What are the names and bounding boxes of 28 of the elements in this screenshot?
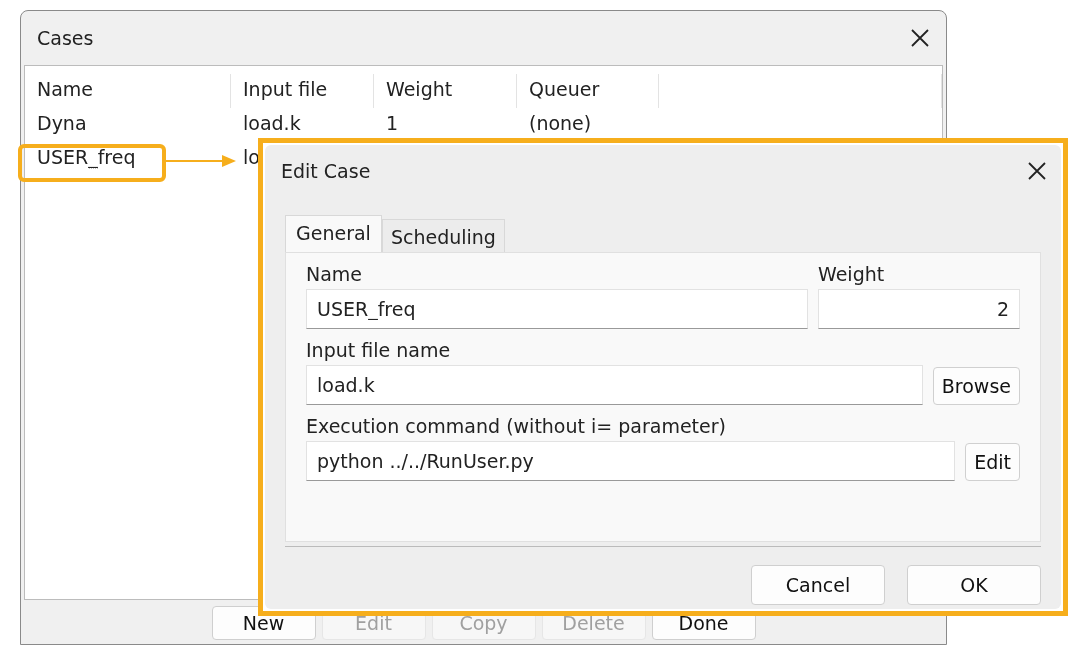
weight-field[interactable]: 2 <box>818 289 1020 329</box>
table-cell: Dyna <box>37 112 87 134</box>
table-cell: (none) <box>529 112 592 134</box>
column-header[interactable]: Queuer <box>517 74 659 108</box>
table-cell: load.k <box>243 112 301 134</box>
edit-button[interactable]: Edit <box>965 443 1020 481</box>
column-header[interactable]: Input file <box>231 74 374 108</box>
column-header[interactable]: Name <box>25 74 231 108</box>
dialog-title: Edit Case <box>281 160 371 182</box>
pointer-arrow <box>166 154 236 168</box>
table-cell: USER_freq <box>37 146 136 168</box>
window-title: Cases <box>37 27 94 49</box>
tab[interactable]: General <box>285 215 382 252</box>
input-file-field[interactable]: load.k <box>306 365 923 405</box>
close-icon[interactable] <box>910 28 930 48</box>
name-field[interactable]: USER_freq <box>306 289 808 329</box>
dialog-button[interactable]: Cancel <box>751 565 885 605</box>
browse-button[interactable]: Browse <box>932 367 1020 405</box>
field-label: Weight <box>818 263 886 285</box>
table-cell: 1 <box>386 112 399 134</box>
field-label: Execution command (without i= parameter) <box>306 415 727 437</box>
field-label: Input file name <box>306 339 452 361</box>
tab[interactable]: Scheduling <box>381 219 505 252</box>
close-icon[interactable] <box>1027 161 1047 181</box>
command-field[interactable]: python ../../RunUser.py <box>306 441 956 481</box>
dialog-button[interactable]: OK <box>907 565 1041 605</box>
column-header[interactable]: Weight <box>374 74 517 108</box>
field-label: Name <box>306 263 364 285</box>
